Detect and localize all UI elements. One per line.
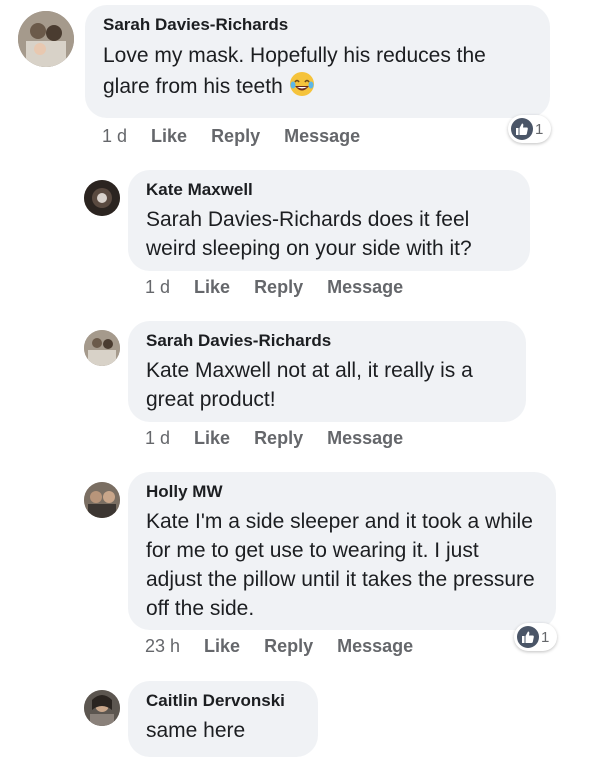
comment-author[interactable]: Caitlin Dervonski [146,691,302,711]
comment-author[interactable]: Holly MW [146,482,540,502]
comment-text: same here [146,719,246,742]
thumbs-up-icon [517,626,539,648]
comment-bubble: Sarah Davies-Richards Kate Maxwell not a… [128,321,526,422]
message-button[interactable]: Message [327,277,403,298]
comment-bubble: Holly MW Kate I'm a side sleeper and it … [128,472,556,630]
message-button[interactable]: Message [327,428,403,449]
avatar[interactable] [18,11,74,67]
comment-actions: 1 d Like Reply Message [102,126,384,147]
comment-author[interactable]: Sarah Davies-Richards [103,15,534,35]
reply-button[interactable]: Reply [254,277,303,298]
comment-bubble: Caitlin Dervonski same here [128,681,318,757]
laughing-tears-emoji-icon [289,71,315,97]
like-button[interactable]: Like [151,126,187,147]
avatar-photo [84,330,120,366]
comment-bubble: Sarah Davies-Richards Love my mask. Hope… [85,5,550,118]
avatar[interactable] [84,482,120,518]
comment-actions: 1 d Like Reply Message [145,277,427,298]
comment-actions: 1 d Like Reply Message [145,428,427,449]
comment-text: Kate I'm a side sleeper and it took a wh… [146,510,535,620]
comment-text: Love my mask. Hopefully his reduces the … [103,44,486,98]
message-button[interactable]: Message [337,636,413,657]
comment-author[interactable]: Sarah Davies-Richards [146,331,510,351]
comment-time[interactable]: 23 h [145,636,180,657]
comment-actions: 23 h Like Reply Message [145,636,437,657]
avatar[interactable] [84,180,120,216]
avatar-photo [84,180,120,216]
thumbs-up-icon [511,118,533,140]
reaction-count-value: 1 [535,120,544,138]
avatar[interactable] [84,330,120,366]
reaction-count-value: 1 [541,628,550,646]
comment-time[interactable]: 1 d [102,126,127,147]
reply-button[interactable]: Reply [254,428,303,449]
like-button[interactable]: Like [194,277,230,298]
reply-button[interactable]: Reply [211,126,260,147]
avatar-photo [84,690,120,726]
comment-time[interactable]: 1 d [145,277,170,298]
reaction-count[interactable]: 1 [508,115,552,143]
avatar-photo [18,11,74,67]
comment-text: Sarah Davies-Richards does it feel weird… [146,208,472,260]
reaction-count[interactable]: 1 [514,623,558,651]
comment-bubble: Kate Maxwell Sarah Davies-Richards does … [128,170,530,271]
like-button[interactable]: Like [194,428,230,449]
comment-time[interactable]: 1 d [145,428,170,449]
like-button[interactable]: Like [204,636,240,657]
reply-button[interactable]: Reply [264,636,313,657]
avatar-photo [84,482,120,518]
message-button[interactable]: Message [284,126,360,147]
avatar[interactable] [84,690,120,726]
comment-author[interactable]: Kate Maxwell [146,180,514,200]
comment-text: Kate Maxwell not at all, it really is a … [146,359,473,411]
